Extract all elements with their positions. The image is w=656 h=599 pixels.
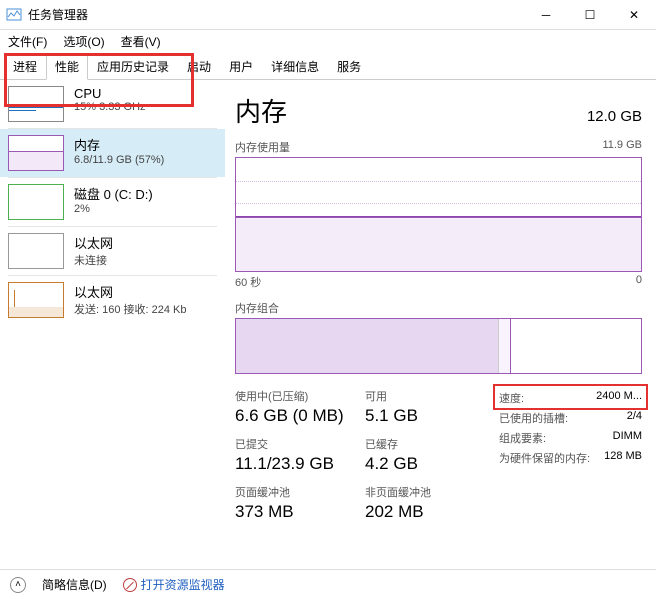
stat-paged-pool: 373 MB bbox=[235, 502, 365, 522]
spec-hw-reserved: 128 MB bbox=[604, 450, 642, 466]
performance-memory-panel: 内存 12.0 GB 内存使用量 11.9 GB 60 秒 0 内存组合 使用中… bbox=[225, 80, 656, 597]
page-title: 内存 bbox=[235, 92, 287, 129]
sidebar-item-ethernet-1[interactable]: 以太网 未连接 bbox=[0, 227, 225, 275]
spec-slots: 2/4 bbox=[627, 410, 642, 426]
disk-thumb-icon bbox=[8, 184, 64, 220]
sidebar-item-sublabel: 发送: 160 接收: 224 Kb bbox=[74, 301, 187, 317]
menu-view[interactable]: 查看(V) bbox=[117, 31, 165, 52]
spec-label: 为硬件保留的内存: bbox=[499, 450, 590, 466]
chart-label: 内存使用量 bbox=[235, 139, 290, 155]
tab-users[interactable]: 用户 bbox=[220, 53, 262, 80]
memory-usage-chart[interactable] bbox=[235, 157, 642, 272]
sidebar-item-sublabel: 6.8/11.9 GB (57%) bbox=[74, 154, 164, 166]
ethernet-thumb-icon bbox=[8, 233, 64, 269]
window-title: 任务管理器 bbox=[28, 6, 524, 23]
stat-label: 已提交 bbox=[235, 436, 365, 452]
sidebar-item-label: 磁盘 0 (C: D:) bbox=[74, 184, 153, 203]
stat-label: 已缓存 bbox=[365, 436, 495, 452]
memory-thumb-icon bbox=[8, 135, 64, 171]
sidebar-item-label: 以太网 bbox=[74, 233, 113, 252]
sidebar-item-memory[interactable]: 内存 6.8/11.9 GB (57%) bbox=[0, 129, 225, 177]
tab-services[interactable]: 服务 bbox=[328, 53, 370, 80]
resmon-icon bbox=[123, 578, 137, 592]
minimize-button[interactable]: ─ bbox=[524, 0, 568, 30]
open-resmon-link[interactable]: 打开资源监视器 bbox=[123, 576, 225, 593]
stat-label: 可用 bbox=[365, 388, 495, 404]
xaxis-right: 0 bbox=[636, 274, 642, 290]
stat-available: 5.1 GB bbox=[365, 406, 495, 426]
memory-capacity: 12.0 GB bbox=[587, 108, 642, 125]
stat-in-use: 6.6 GB (0 MB) bbox=[235, 406, 365, 426]
stat-label: 使用中(已压缩) bbox=[235, 388, 365, 404]
stat-committed: 11.1/23.9 GB bbox=[235, 454, 365, 474]
xaxis-left: 60 秒 bbox=[235, 274, 261, 290]
close-button[interactable]: ✕ bbox=[612, 0, 656, 30]
sidebar-item-ethernet-2[interactable]: 以太网 发送: 160 接收: 224 Kb bbox=[0, 276, 225, 324]
menu-options[interactable]: 选项(O) bbox=[59, 31, 108, 52]
spec-label: 已使用的插槽: bbox=[499, 410, 568, 426]
sidebar-item-label: 内存 bbox=[74, 135, 164, 154]
highlight-annotation bbox=[4, 80, 194, 107]
spec-form-factor: DIMM bbox=[613, 430, 642, 446]
fewer-details-link[interactable]: 简略信息(D) bbox=[42, 576, 107, 593]
stat-nonpaged-pool: 202 MB bbox=[365, 502, 495, 522]
highlight-annotation bbox=[493, 384, 648, 410]
tab-details[interactable]: 详细信息 bbox=[262, 53, 328, 80]
ethernet-thumb-icon bbox=[8, 282, 64, 318]
stat-label: 非页面缓冲池 bbox=[365, 484, 495, 500]
maximize-button[interactable]: ☐ bbox=[568, 0, 612, 30]
menubar: 文件(F) 选项(O) 查看(V) bbox=[0, 30, 656, 52]
sidebar: CPU 15% 3.33 GHz 内存 6.8/11.9 GB (57%) 磁盘… bbox=[0, 80, 225, 597]
sidebar-item-sublabel: 未连接 bbox=[74, 252, 113, 268]
chart-max: 11.9 GB bbox=[602, 139, 642, 155]
sidebar-item-sublabel: 2% bbox=[74, 203, 153, 215]
sidebar-item-disk[interactable]: 磁盘 0 (C: D:) 2% bbox=[0, 178, 225, 226]
taskmgr-icon bbox=[6, 7, 22, 23]
menu-file[interactable]: 文件(F) bbox=[4, 31, 51, 52]
memory-composition-chart[interactable] bbox=[235, 318, 642, 374]
stat-label: 页面缓冲池 bbox=[235, 484, 365, 500]
titlebar: 任务管理器 ─ ☐ ✕ bbox=[0, 0, 656, 30]
footer: ˄ 简略信息(D) 打开资源监视器 bbox=[0, 569, 656, 599]
stat-cached: 4.2 GB bbox=[365, 454, 495, 474]
chevron-up-icon[interactable]: ˄ bbox=[10, 577, 26, 593]
spec-label: 组成要素: bbox=[499, 430, 546, 446]
composition-label: 内存组合 bbox=[235, 300, 642, 316]
sidebar-item-label: 以太网 bbox=[74, 282, 187, 301]
